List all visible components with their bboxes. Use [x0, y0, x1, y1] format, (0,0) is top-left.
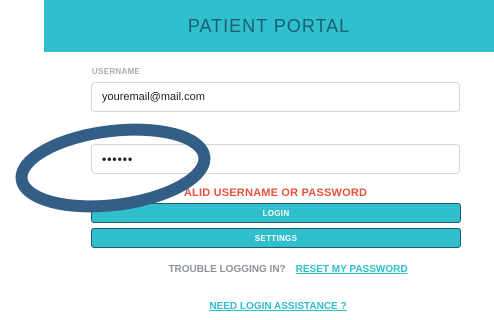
settings-button-label: SETTINGS: [254, 233, 298, 243]
username-value: youremail@mail.com: [102, 91, 205, 103]
login-button[interactable]: LOGIN: [91, 203, 461, 223]
username-input[interactable]: youremail@mail.com: [91, 82, 460, 112]
header-bar: PATIENT PORTAL: [44, 0, 494, 52]
reset-password-link[interactable]: RESET MY PASSWORD: [296, 264, 408, 275]
trouble-row: TROUBLE LOGGING IN? RESET MY PASSWORD: [91, 264, 461, 275]
username-label: USERNAME: [92, 67, 141, 76]
page-title: PATIENT PORTAL: [187, 15, 351, 36]
trouble-text: TROUBLE LOGGING IN?: [168, 264, 286, 275]
login-assistance-link[interactable]: NEED LOGIN ASSISTANCE ?: [91, 301, 461, 312]
settings-button[interactable]: SETTINGS: [91, 228, 461, 248]
error-message: ALID USERNAME OR PASSWORD: [183, 187, 368, 199]
login-button-label: LOGIN: [262, 208, 290, 218]
password-input[interactable]: ••••••: [91, 144, 460, 174]
password-value: ••••••: [102, 152, 134, 166]
login-page: PATIENT PORTAL USERNAME youremail@mail.c…: [0, 0, 494, 320]
